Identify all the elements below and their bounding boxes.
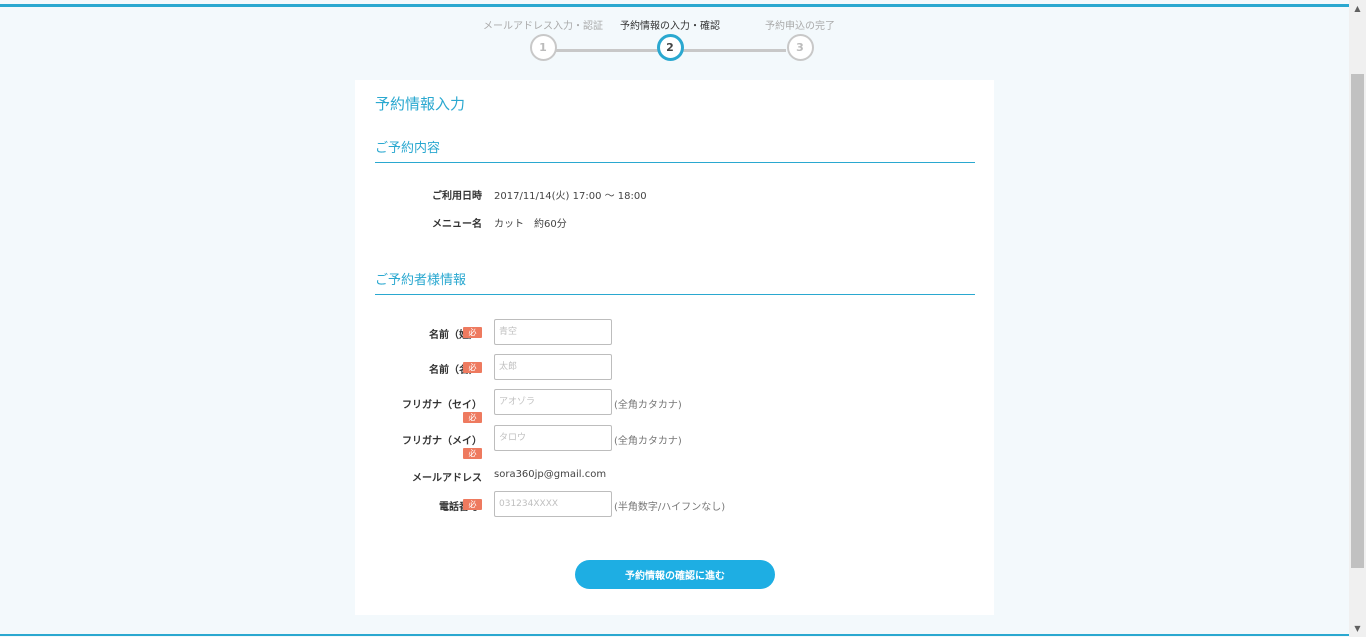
kana-first-hint: (全角カタカナ) [614, 436, 682, 447]
step-2-label: 予約情報の入力・確認 [620, 21, 720, 32]
scroll-down-arrow-icon[interactable]: ▼ [1349, 620, 1366, 637]
menu-value: カット 約60分 [494, 219, 567, 230]
customer-section-title: ご予約者様情報 [375, 269, 975, 295]
kana-first-label: フリガナ（メイ） [402, 436, 482, 447]
step-3-number: 3 [786, 34, 814, 61]
page: メールアドレス入力・認証 1 予約情報の入力・確認 2 予約申込の完了 3 予約… [0, 0, 1366, 637]
last-name-row: 名前（姓） 必 [355, 319, 994, 347]
email-value: sora360jp@gmail.com [494, 469, 607, 480]
required-badge: 必 [463, 327, 482, 338]
step-2-number: 2 [656, 34, 684, 61]
step-1-number: 1 [529, 34, 557, 61]
email-label: メールアドレス [412, 473, 482, 484]
reservation-form-card: 予約情報入力 ご予約内容 ご利用日時 2017/11/14(火) 17:00 〜… [355, 80, 994, 615]
top-accent-bar [0, 4, 1349, 7]
menu-label: メニュー名 [432, 219, 482, 230]
phone-input[interactable] [494, 491, 612, 517]
kana-last-label: フリガナ（セイ） [402, 400, 482, 411]
progress-steps: メールアドレス入力・認証 1 予約情報の入力・確認 2 予約申込の完了 3 [470, 18, 870, 68]
required-badge: 必 [463, 448, 482, 459]
confirm-reservation-button[interactable]: 予約情報の確認に進む [575, 560, 775, 589]
kana-last-hint: (全角カタカナ) [614, 400, 682, 411]
required-badge: 必 [463, 499, 482, 510]
required-badge: 必 [463, 412, 482, 423]
kana-last-row: フリガナ（セイ） 必 (全角カタカナ) [355, 389, 994, 424]
phone-hint: (半角数字/ハイフンなし) [614, 502, 726, 513]
first-name-row: 名前（名） 必 [355, 354, 994, 382]
kana-last-input[interactable] [494, 389, 612, 415]
kana-first-row: フリガナ（メイ） 必 (全角カタカナ) [355, 425, 994, 460]
page-title: 予約情報入力 [375, 95, 466, 113]
step-3-label: 予約申込の完了 [765, 21, 835, 32]
kana-first-input[interactable] [494, 425, 612, 451]
phone-row: 電話番号 必 (半角数字/ハイフンなし) [355, 491, 994, 519]
first-name-input[interactable] [494, 354, 612, 380]
scrollbar-thumb[interactable] [1351, 74, 1364, 568]
date-label: ご利用日時 [432, 191, 482, 202]
step-3: 予約申込の完了 3 [725, 18, 875, 61]
vertical-scrollbar[interactable]: ▲ ▼ [1349, 0, 1366, 637]
scroll-up-arrow-icon[interactable]: ▲ [1349, 0, 1366, 17]
bottom-accent-bar [0, 634, 1349, 636]
last-name-input[interactable] [494, 319, 612, 345]
date-value: 2017/11/14(火) 17:00 〜 18:00 [494, 191, 647, 202]
required-badge: 必 [463, 362, 482, 373]
step-2: 予約情報の入力・確認 2 [595, 18, 745, 61]
reservation-section-title: ご予約内容 [375, 137, 975, 163]
